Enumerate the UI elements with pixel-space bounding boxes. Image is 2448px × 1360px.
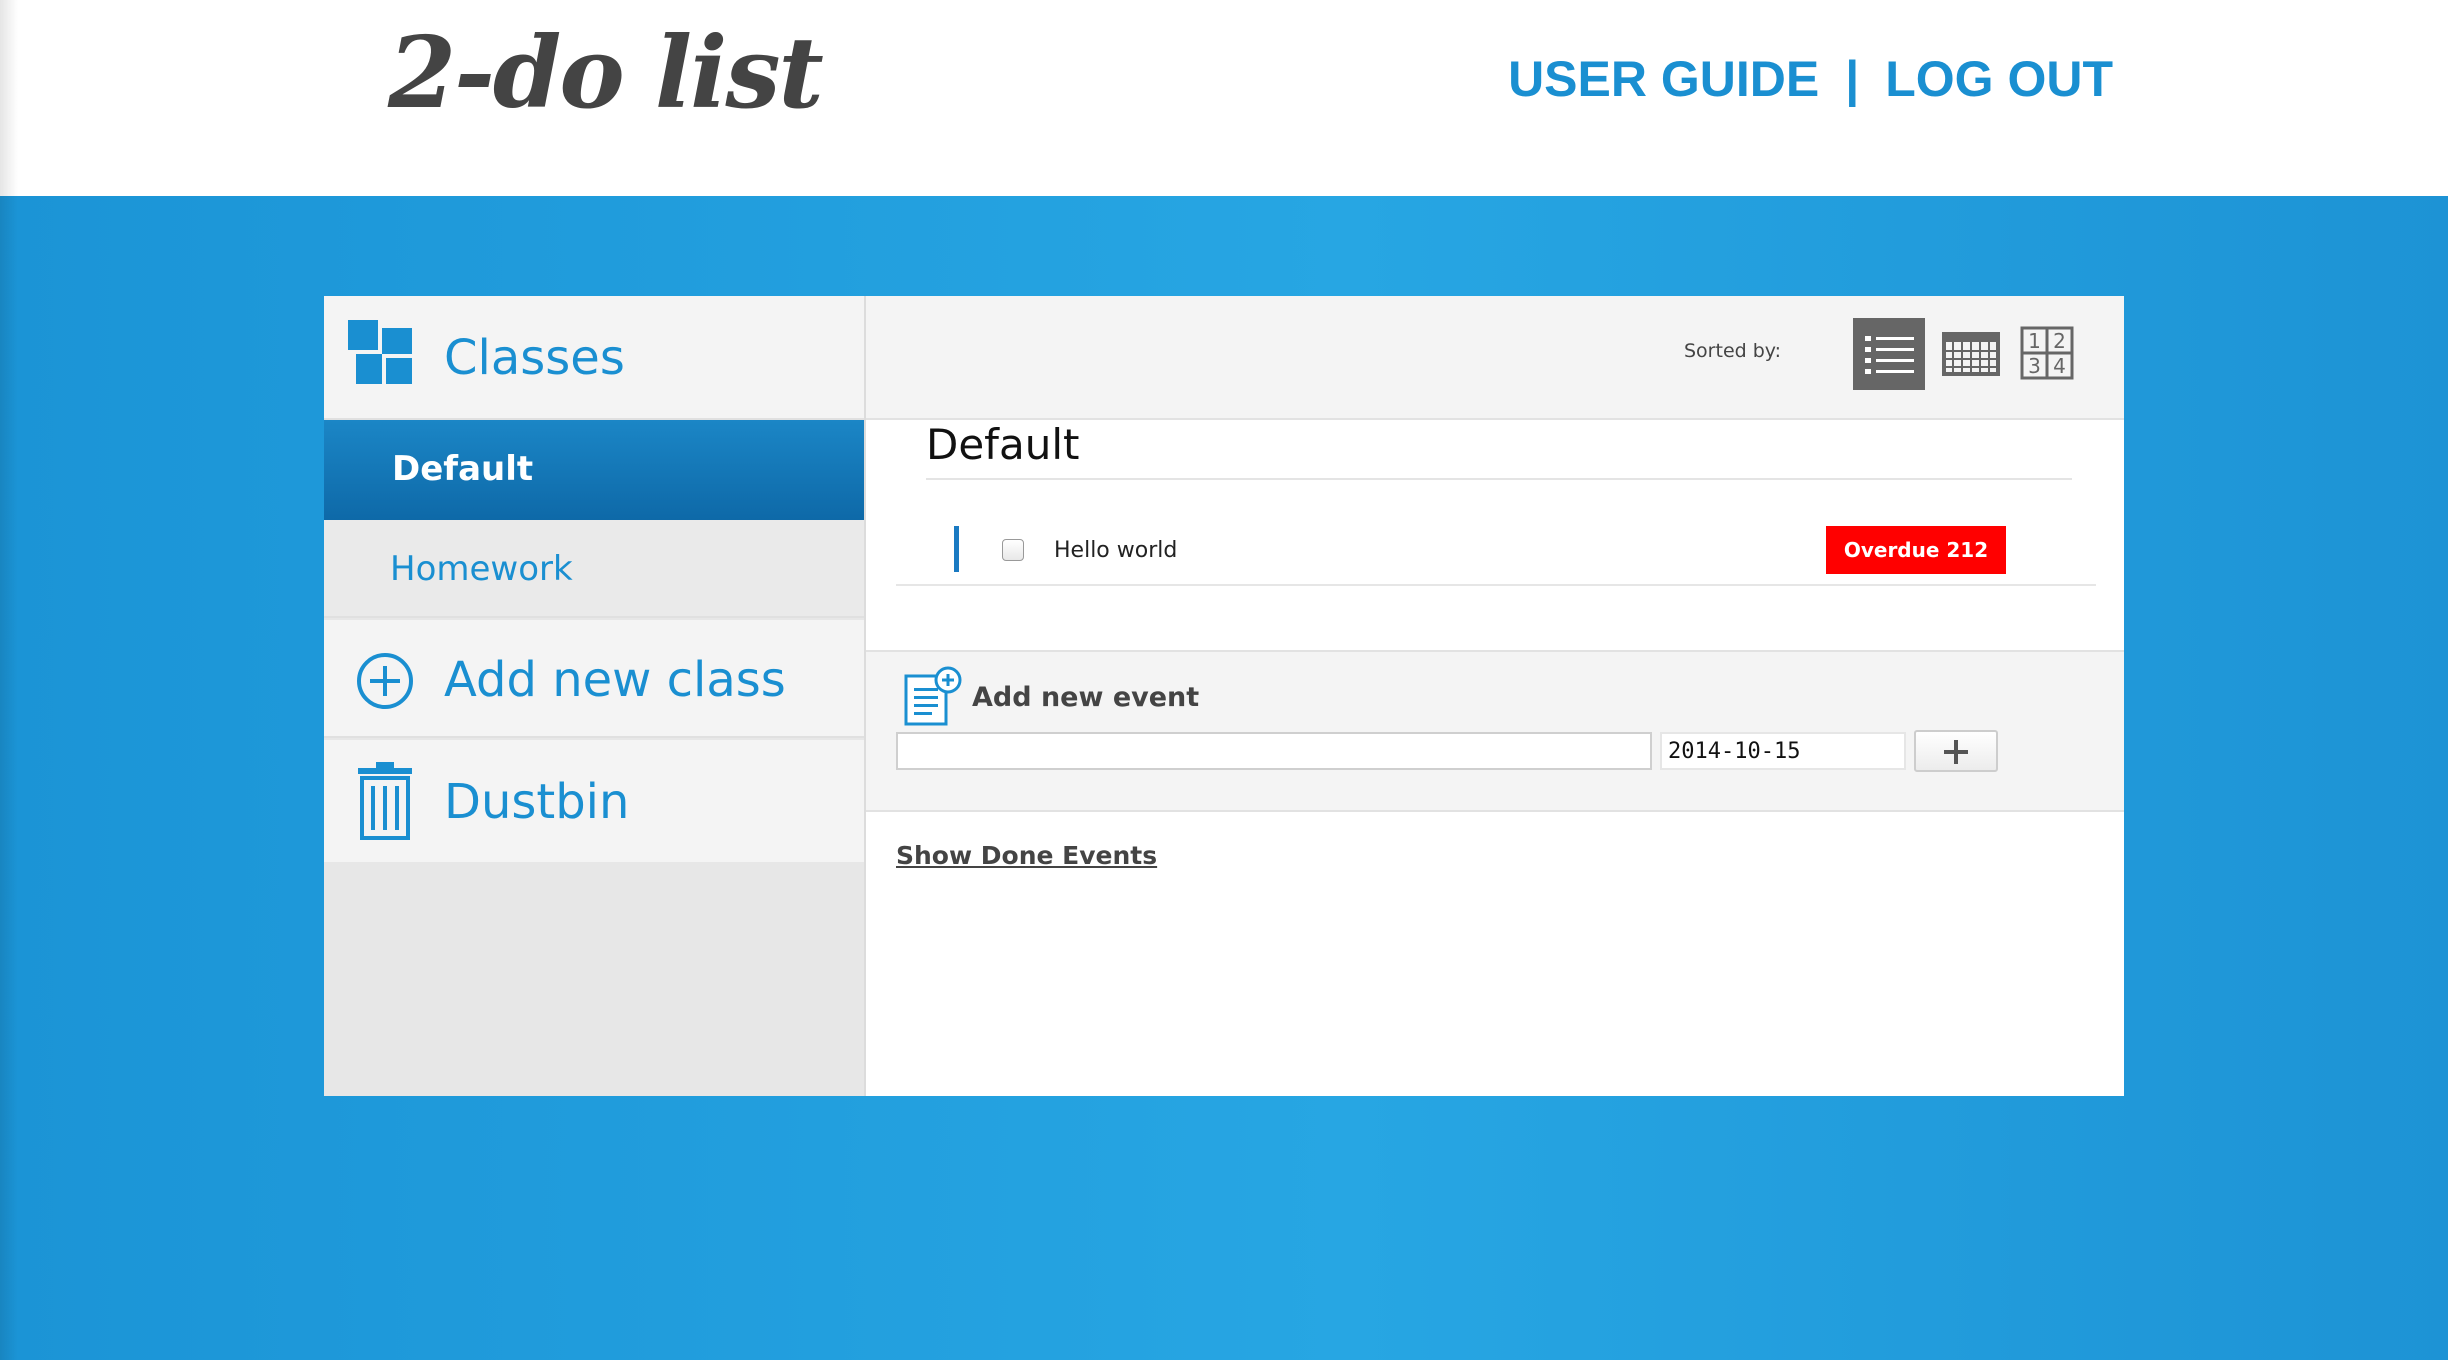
title-divider xyxy=(926,478,2072,480)
sidebar-item-label: Homework xyxy=(390,549,573,589)
header: 2-do list USER GUIDE | LOG OUT xyxy=(0,0,2448,196)
svg-text:4: 4 xyxy=(2053,354,2066,378)
sidebar: Classes Default Homework Add new class D… xyxy=(324,296,896,1096)
add-event-button[interactable] xyxy=(1914,730,1998,772)
add-event-panel: Add new event xyxy=(866,650,2124,812)
nav-separator: | xyxy=(1845,51,1860,107)
event-name-input[interactable] xyxy=(896,732,1652,770)
classes-header: Classes xyxy=(324,296,864,420)
sort-toolbar: Sorted by: 1 2 3 4 xyxy=(866,296,2124,420)
classes-title: Classes xyxy=(444,330,625,386)
add-event-label: Add new event xyxy=(972,682,1200,713)
calendar-view-icon xyxy=(1942,332,2000,376)
add-new-class-button[interactable]: Add new class xyxy=(324,620,864,738)
sidebar-item-label: Default xyxy=(392,449,534,489)
priority-grid-icon: 12 34 xyxy=(2020,326,2074,380)
sort-priority-button[interactable]: 12 34 xyxy=(2012,318,2084,390)
event-done-checkbox[interactable] xyxy=(1002,539,1024,561)
trash-icon xyxy=(358,762,412,840)
plus-circle-icon xyxy=(357,653,413,709)
app-panel: Classes Default Homework Add new class D… xyxy=(324,296,2124,1096)
svg-text:3: 3 xyxy=(2028,354,2041,378)
overdue-badge: Overdue 212 days xyxy=(1826,526,2006,610)
event-row: Hello world Overdue 212 days xyxy=(896,520,2096,610)
top-nav: USER GUIDE | LOG OUT xyxy=(1508,44,2113,114)
classes-grid-icon xyxy=(348,320,412,384)
sort-calendar-button[interactable] xyxy=(1934,318,2006,390)
dustbin-button[interactable]: Dustbin xyxy=(324,740,864,862)
event-date-input[interactable] xyxy=(1660,732,1906,770)
list-title: Default xyxy=(926,420,1080,469)
event-name[interactable]: Hello world xyxy=(1054,534,1177,568)
user-guide-link[interactable]: USER GUIDE xyxy=(1508,51,1819,107)
sidebar-item-homework[interactable]: Homework xyxy=(324,520,864,618)
log-out-link[interactable]: LOG OUT xyxy=(1885,51,2113,107)
show-done-events-link[interactable]: Show Done Events xyxy=(896,838,1157,874)
list-view-icon xyxy=(1865,336,1914,374)
sorted-by-label: Sorted by: xyxy=(1684,340,1782,362)
add-new-class-label: Add new class xyxy=(444,652,786,708)
svg-text:1: 1 xyxy=(2028,329,2041,353)
app-logo[interactable]: 2-do list xyxy=(388,14,824,134)
sort-list-button[interactable] xyxy=(1853,318,1925,390)
priority-marker xyxy=(954,526,959,572)
left-edge-shadow xyxy=(0,0,18,1360)
dustbin-label: Dustbin xyxy=(444,774,630,830)
main-content: Sorted by: 1 2 3 4 Default Hello world O… xyxy=(864,296,2124,1096)
add-event-icon xyxy=(904,666,962,726)
sidebar-item-default[interactable]: Default xyxy=(324,420,896,520)
svg-text:2: 2 xyxy=(2053,329,2066,353)
